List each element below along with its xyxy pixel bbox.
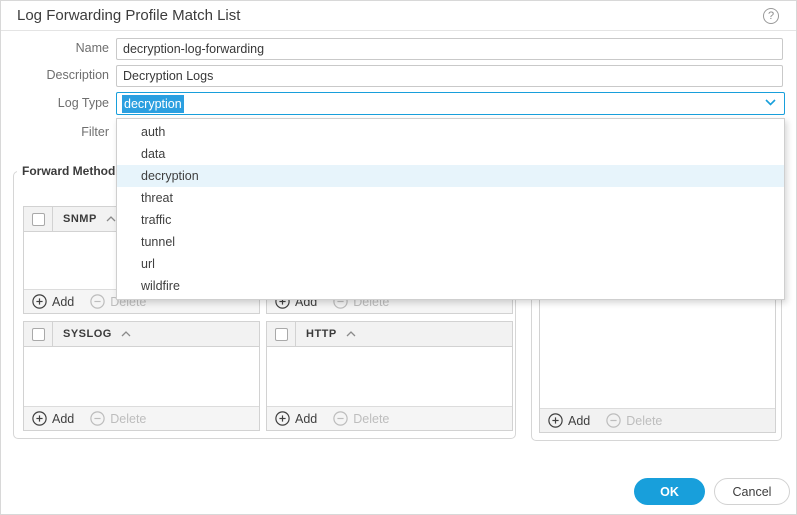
snmp-checkbox[interactable] bbox=[32, 213, 45, 226]
dialog-title: Log Forwarding Profile Match List bbox=[17, 1, 240, 30]
description-input[interactable] bbox=[116, 65, 783, 87]
syslog-checkbox-cell bbox=[24, 322, 53, 346]
minus-circle-icon bbox=[333, 411, 348, 426]
syslog-delete-button[interactable]: Delete bbox=[90, 411, 146, 426]
chevron-down-icon[interactable] bbox=[765, 99, 776, 106]
forward-method-legend: Forward Method bbox=[17, 164, 120, 178]
snmp-checkbox-cell bbox=[24, 207, 53, 231]
dropdown-option[interactable]: url bbox=[117, 253, 784, 275]
log-forwarding-match-list-dialog: Log Forwarding Profile Match List ? Name… bbox=[0, 0, 797, 515]
chevron-up-icon[interactable] bbox=[346, 331, 356, 337]
description-label: Description bbox=[1, 68, 109, 82]
http-checkbox[interactable] bbox=[275, 328, 288, 341]
plus-circle-icon bbox=[548, 413, 563, 428]
snmp-panel-title: SNMP bbox=[63, 213, 97, 225]
plus-circle-icon bbox=[32, 294, 47, 309]
snmp-add-button[interactable]: Add bbox=[32, 294, 74, 309]
syslog-list-body bbox=[24, 347, 259, 406]
name-label: Name bbox=[1, 41, 109, 55]
filter-label: Filter bbox=[1, 125, 109, 139]
dropdown-option[interactable]: data bbox=[117, 143, 784, 165]
dropdown-option[interactable]: threat bbox=[117, 187, 784, 209]
syslog-panel-footer: Add Delete bbox=[24, 406, 259, 430]
dialog-titlebar: Log Forwarding Profile Match List ? bbox=[1, 1, 796, 31]
syslog-checkbox[interactable] bbox=[32, 328, 45, 341]
dropdown-option[interactable]: auth bbox=[117, 121, 784, 143]
name-input[interactable] bbox=[116, 38, 783, 60]
log-type-selected-value: decryption bbox=[122, 95, 184, 113]
syslog-panel-title: SYSLOG bbox=[63, 328, 112, 340]
plus-circle-icon bbox=[275, 411, 290, 426]
dropdown-option[interactable]: tunnel bbox=[117, 231, 784, 253]
dropdown-option[interactable]: decryption bbox=[117, 165, 784, 187]
right-panel-footer: Add Delete bbox=[540, 408, 775, 432]
minus-circle-icon bbox=[90, 294, 105, 309]
http-checkbox-cell bbox=[267, 322, 296, 346]
http-panel-footer: Add Delete bbox=[267, 406, 512, 430]
minus-circle-icon bbox=[90, 411, 105, 426]
http-panel-title: HTTP bbox=[306, 328, 337, 340]
http-list-body bbox=[267, 347, 512, 406]
log-type-dropdown-list: auth data decryption threat traffic tunn… bbox=[116, 118, 785, 300]
syslog-panel-header[interactable]: SYSLOG bbox=[24, 322, 259, 347]
syslog-panel: SYSLOG Add Delete bbox=[23, 321, 260, 431]
chevron-up-icon[interactable] bbox=[106, 216, 116, 222]
minus-circle-icon bbox=[606, 413, 621, 428]
http-panel-header[interactable]: HTTP bbox=[267, 322, 512, 347]
log-type-combobox[interactable]: decryption bbox=[116, 92, 785, 115]
plus-circle-icon bbox=[32, 411, 47, 426]
right-add-button[interactable]: Add bbox=[548, 413, 590, 428]
ok-button[interactable]: OK bbox=[634, 478, 705, 505]
http-panel: HTTP Add Delete bbox=[266, 321, 513, 431]
http-add-button[interactable]: Add bbox=[275, 411, 317, 426]
http-delete-button[interactable]: Delete bbox=[333, 411, 389, 426]
right-delete-button[interactable]: Delete bbox=[606, 413, 662, 428]
cancel-button[interactable]: Cancel bbox=[714, 478, 790, 505]
dropdown-option[interactable]: wildfire bbox=[117, 275, 784, 297]
log-type-label: Log Type bbox=[1, 96, 109, 110]
help-icon[interactable]: ? bbox=[763, 8, 779, 24]
chevron-up-icon[interactable] bbox=[121, 331, 131, 337]
syslog-add-button[interactable]: Add bbox=[32, 411, 74, 426]
dropdown-option[interactable]: traffic bbox=[117, 209, 784, 231]
